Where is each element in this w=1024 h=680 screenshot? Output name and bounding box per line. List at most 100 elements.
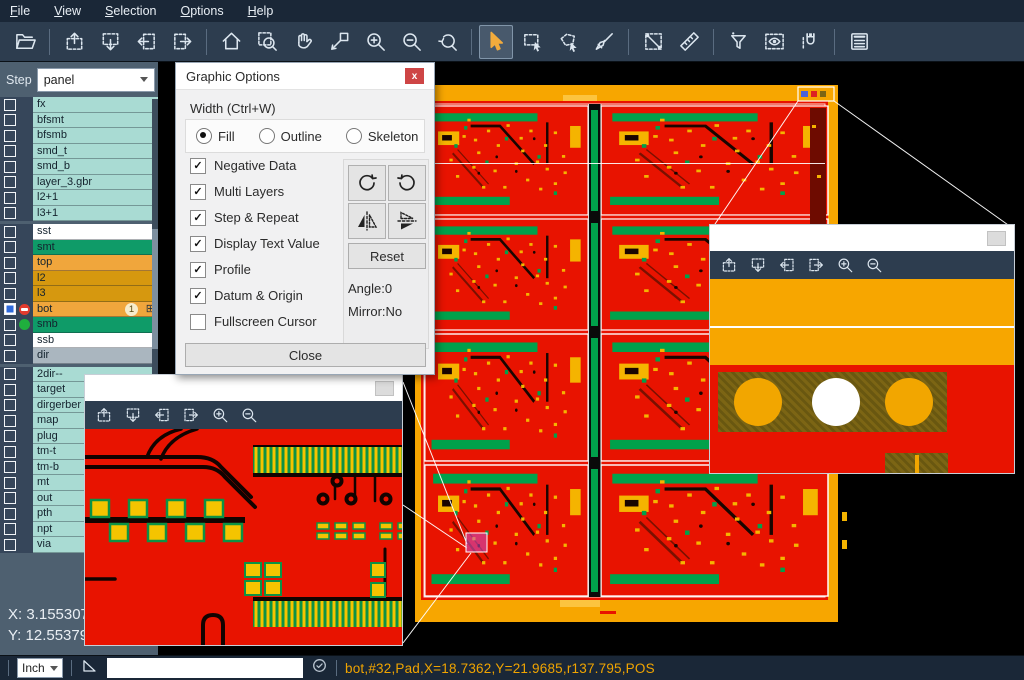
toolbar-filter-button[interactable]: [721, 25, 755, 59]
popup-minimize-button[interactable]: [987, 231, 1006, 246]
option-checkbox-multi-layers[interactable]: ✓Multi Layers: [190, 184, 320, 199]
menu-view[interactable]: View: [54, 4, 81, 18]
popup-pan-down-button[interactable]: [124, 406, 142, 424]
option-checkbox-fullscreen-cursor[interactable]: Fullscreen Cursor: [190, 314, 320, 329]
popup-pan-down-button[interactable]: [749, 256, 767, 274]
option-checkbox-profile[interactable]: ✓Profile: [190, 262, 320, 277]
command-input[interactable]: [107, 658, 303, 678]
toolbar-ruler-button[interactable]: [672, 25, 706, 59]
popup-pan-up-button[interactable]: [95, 406, 113, 424]
popup-pan-right-button[interactable]: [807, 256, 825, 274]
layer-row-bfsmt[interactable]: bfsmt: [0, 113, 158, 129]
layer-checkbox-smd_t[interactable]: [4, 145, 16, 157]
toolbar-zoom-previous-button[interactable]: [430, 25, 464, 59]
toolbar-pan-hand-button[interactable]: [286, 25, 320, 59]
layer-row-ssb[interactable]: ssb: [0, 333, 158, 349]
unit-select[interactable]: Inch: [17, 658, 63, 678]
popup-zoom-out-button[interactable]: [865, 256, 883, 274]
menu-options[interactable]: Options: [180, 4, 223, 18]
layer-checkbox-plug[interactable]: [4, 430, 16, 442]
layer-checkbox-l2+1[interactable]: [4, 192, 16, 204]
toolbar-layers-panel-button[interactable]: [842, 25, 876, 59]
popup-pan-right-button[interactable]: [182, 406, 200, 424]
magnifier-popup-titlebar[interactable]: [710, 225, 1014, 251]
layer-checkbox-l2[interactable]: [4, 272, 16, 284]
layer-checkbox-top[interactable]: [4, 257, 16, 269]
toolbar-measure-button[interactable]: [636, 25, 670, 59]
layer-row-layer_3.gbr[interactable]: layer_3.gbr: [0, 175, 158, 191]
layer-checkbox-smd_b[interactable]: [4, 161, 16, 173]
layer-checkbox-npt[interactable]: [4, 523, 16, 535]
layer-checkbox-fx[interactable]: [4, 99, 16, 111]
layer-row-bot[interactable]: bot1⊞: [0, 302, 158, 318]
layer-row-sst[interactable]: sst: [0, 224, 158, 240]
layer-row-l2+1[interactable]: l2+1: [0, 190, 158, 206]
toolbar-zoom-window-button[interactable]: [250, 25, 284, 59]
menu-file[interactable]: File: [10, 4, 30, 18]
layer-row-smd_t[interactable]: smd_t: [0, 144, 158, 160]
popup-zoom-out-button[interactable]: [240, 406, 258, 424]
width-radio-fill[interactable]: Fill: [196, 128, 235, 144]
popup-pan-left-button[interactable]: [778, 256, 796, 274]
menu-help[interactable]: Help: [248, 4, 274, 18]
measure-corner-icon[interactable]: [80, 656, 99, 680]
layer-checkbox-smt[interactable]: [4, 241, 16, 253]
layer-checkbox-dirgerber[interactable]: [4, 399, 16, 411]
toolbar-snap-button[interactable]: [793, 25, 827, 59]
layer-checkbox-bfsmb[interactable]: [4, 130, 16, 142]
layer-row-l3[interactable]: l3: [0, 286, 158, 302]
layer-checkbox-map[interactable]: [4, 415, 16, 427]
layer-checkbox-out[interactable]: [4, 492, 16, 504]
layer-checkbox-ssb[interactable]: [4, 334, 16, 346]
popup-zoom-in-button[interactable]: [211, 406, 229, 424]
layer-checkbox-sst[interactable]: [4, 226, 16, 238]
toolbar-view-options-button[interactable]: [757, 25, 791, 59]
layer-checkbox-pth[interactable]: [4, 508, 16, 520]
toolbar-zoom-in-button[interactable]: [358, 25, 392, 59]
layer-row-smd_b[interactable]: smd_b: [0, 159, 158, 175]
layer-checkbox-mt[interactable]: [4, 477, 16, 489]
layer-checkbox-2dir--[interactable]: [4, 368, 16, 380]
layer-checkbox-smb[interactable]: [4, 319, 16, 331]
layer-checkbox-l3[interactable]: [4, 288, 16, 300]
popup-zoom-in-button[interactable]: [836, 256, 854, 274]
layer-checkbox-dir[interactable]: [4, 350, 16, 362]
mirror-horizontal-button[interactable]: [348, 203, 386, 239]
layer-row-smt[interactable]: smt: [0, 240, 158, 256]
option-checkbox-datum-origin[interactable]: ✓Datum & Origin: [190, 288, 320, 303]
layer-row-smb[interactable]: smb: [0, 317, 158, 333]
dialog-titlebar[interactable]: Graphic Options x: [176, 63, 434, 90]
option-checkbox-negative-data[interactable]: ✓Negative Data: [190, 158, 320, 173]
menu-selection[interactable]: Selection: [105, 4, 156, 18]
layer-row-dir[interactable]: dir: [0, 348, 158, 364]
width-radio-skeleton[interactable]: Skeleton: [346, 128, 419, 144]
layer-checkbox-l3+1[interactable]: [4, 207, 16, 219]
toolbar-move-view-button[interactable]: [322, 25, 356, 59]
width-radio-outline[interactable]: Outline: [259, 128, 322, 144]
toolbar-pan-right-button[interactable]: [165, 25, 199, 59]
rotate-cw-button[interactable]: [348, 165, 386, 201]
option-checkbox-step-repeat[interactable]: ✓Step & Repeat: [190, 210, 320, 225]
layer-row-l3+1[interactable]: l3+1: [0, 206, 158, 222]
layer-checkbox-bfsmt[interactable]: [4, 114, 16, 126]
reset-button[interactable]: Reset: [348, 243, 426, 269]
layer-checkbox-bot[interactable]: [4, 303, 16, 315]
dialog-close-button[interactable]: Close: [185, 343, 426, 367]
popup-pan-left-button[interactable]: [153, 406, 171, 424]
popup-pan-up-button[interactable]: [720, 256, 738, 274]
option-checkbox-display-text-value[interactable]: ✓Display Text Value: [190, 236, 320, 251]
layer-checkbox-layer_3.gbr[interactable]: [4, 176, 16, 188]
rotate-ccw-button[interactable]: [388, 165, 426, 201]
layer-row-top[interactable]: top: [0, 255, 158, 271]
toolbar-pan-left-button[interactable]: [129, 25, 163, 59]
layer-row-fx[interactable]: fx: [0, 97, 158, 113]
toolbar-open-button[interactable]: [8, 25, 42, 59]
layer-checkbox-target[interactable]: [4, 384, 16, 396]
toolbar-home-button[interactable]: [214, 25, 248, 59]
layer-row-bfsmb[interactable]: bfsmb: [0, 128, 158, 144]
toolbar-clean-button[interactable]: [587, 25, 621, 59]
toolbar-select-rect-button[interactable]: [515, 25, 549, 59]
toolbar-zoom-out-button[interactable]: [394, 25, 428, 59]
layer-row-l2[interactable]: l2: [0, 271, 158, 287]
layer-checkbox-tm-b[interactable]: [4, 461, 16, 473]
